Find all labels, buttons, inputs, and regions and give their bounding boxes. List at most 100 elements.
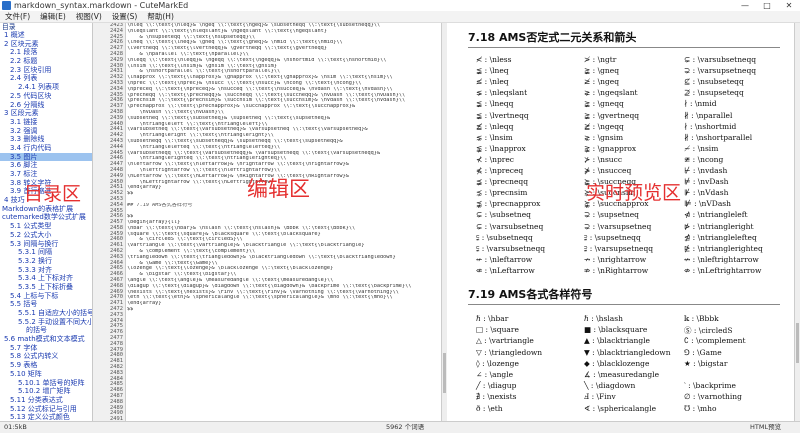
symbol-command: \backprime [693,381,736,391]
outline-item[interactable]: 5.3.1 间隔 [0,248,92,257]
math-symbol: ⋨ : \precnsim [476,188,527,197]
close-button[interactable]: ✕ [778,0,800,11]
symbol-command: \supsetneqq [594,232,641,242]
outline-item[interactable]: 2.4.1 列表项 [0,83,92,92]
math-symbol: ⫌ : \supsetneqq [584,233,641,243]
symbol-separator: : [590,221,598,231]
math-symbol: □ : \square [476,325,519,334]
math-symbol: ⫋ : \varsubsetneqq [476,244,545,254]
menu-file[interactable]: 文件(F) [0,11,35,22]
outline-item[interactable]: 5.11 分类表达式 [0,396,92,405]
outline-item[interactable]: 3.1 链接 [0,118,92,127]
outline-item[interactable]: 5.10.1 单括号的矩阵 [0,379,92,388]
math-symbol: ∤ : \nmid [684,99,717,108]
symbol-command: \lvertneqq [489,110,529,120]
symbol-command: \nleftrightarrow [697,254,759,264]
symbol-separator: : [482,188,490,198]
outline-item[interactable]: 5.5 括号 [0,300,92,309]
outline-item[interactable]: 5.7 字体 [0,344,92,353]
outline-item[interactable]: 5.1 公式类型 [0,222,92,231]
math-symbol: ⊈ : \nsubseteqq [684,77,744,86]
outline-item[interactable]: 3.5 图片 [0,152,92,162]
symbol-command: \varsubsetneq [489,221,544,231]
outline-item[interactable]: 5.12 公式标记与引用 [0,405,92,414]
outline-item[interactable]: 3.6 脚注 [0,161,92,170]
outline-item[interactable]: 2 区块元素 [0,40,92,49]
math-symbol: ⋭ : \ntrianglerighteq [684,244,763,253]
outline-item[interactable]: 5.3.2 换行 [0,257,92,266]
outline-item[interactable]: 5.3 间隔与换行 [0,240,92,249]
preview-scrollbar-thumb[interactable] [796,323,799,363]
symbol-separator: : [589,347,598,357]
outline-item[interactable]: 5.10.2 增广矩阵 [0,387,92,396]
outline-item[interactable]: 5.13 定义公式颜色 [0,413,92,421]
outline-item[interactable]: 5.9 表格 [0,361,92,370]
symbol-command: \measuredangle [598,370,660,379]
outline-item[interactable]: 5.3.3 对齐 [0,266,92,275]
outline-item[interactable]: 5.8 公式内转义 [0,352,92,361]
outline-item[interactable]: 5.3.5 上下标折叠 [0,283,92,292]
outline-item[interactable]: 5.2 公式大小 [0,231,92,240]
math-symbol: ≱ : \ngeq [584,77,619,86]
math-symbol: ∁ : \complement [684,336,745,345]
outline-item[interactable]: 5.3.4 上下标对齐 [0,274,92,283]
symbol-separator: : [590,132,598,142]
outline-item[interactable]: 5.10 矩阵 [0,370,92,379]
outline-item[interactable]: 5.5.2 手动设置不同大小 [0,318,92,327]
symbol-separator: : [588,381,596,391]
symbol-separator: : [690,143,698,153]
symbol-separator: : [590,403,598,413]
outline-item[interactable]: 3.2 强调 [0,127,92,136]
outline-item[interactable]: 2.6 分隔线 [0,101,92,110]
maximize-button[interactable]: □ [756,0,778,11]
outline-item[interactable]: 5.5.1 自适应大小的括号 [0,309,92,318]
menu-view[interactable]: 视图(V) [71,11,107,22]
math-symbol: ∢ : \sphericalangle [584,404,656,413]
outline-item[interactable]: 3.3 删除线 [0,135,92,144]
menu-settings[interactable]: 设置(S) [107,11,143,22]
menu-help[interactable]: 帮助(H) [142,11,179,22]
outline-item[interactable]: 的括号 [0,326,92,335]
math-symbol: ⊋ : \supsetneq [584,210,639,219]
symbol-separator: : [482,132,490,142]
symbol-glyph: Ⓢ [684,326,692,336]
outline-item[interactable]: cutemarked数学公式扩展 [0,213,92,222]
outline-item[interactable]: 2.1 段落 [0,48,92,57]
outline-item[interactable]: 5.6 math模式和文本模式 [0,335,92,344]
symbol-command: \ntriangleleft [697,210,748,220]
outline-item[interactable]: 3 区段元素 [0,109,92,118]
outline-item[interactable]: 3.4 行内代码 [0,144,92,153]
symbol-separator: : [589,392,597,402]
code-area[interactable]: \nleq \\:\text{\nleq}& \ngeq \\:\text{\n… [127,23,445,421]
math-symbol: ∠ : \angle [476,370,513,379]
editor-scrollbar-thumb[interactable] [443,353,446,393]
symbol-command: \gneqq [597,99,624,109]
symbol-separator: : [691,326,699,336]
symbol-command: \diagup [487,381,517,391]
symbol-command: \blacklozenge [597,358,650,368]
math-symbol: ≩ : \gvertneqq [584,111,639,120]
minimize-button[interactable]: — [734,0,756,11]
symbol-separator: : [690,66,698,76]
preview-scrollbar[interactable] [794,23,800,421]
outline-item[interactable]: 5.4 上标与下标 [0,292,92,301]
outline-item[interactable]: 2.4 列表 [0,74,92,83]
outline-item[interactable]: 1 概述 [0,31,92,40]
outline-item[interactable]: 2.5 代码区块 [0,92,92,101]
math-symbol: ↮ : \nleftrightarrow [684,255,759,264]
outline-item[interactable]: Markdown的表格扩展 [0,205,92,214]
math-symbol: ≩ : \gneq [584,66,619,75]
symbol-command: \nparallel [696,110,733,120]
symbol-command: \Bbbk [696,314,719,323]
outline-item[interactable]: 3.7 标注 [0,170,92,179]
symbol-separator: : [590,99,598,109]
editor-scrollbar[interactable] [441,23,447,421]
symbol-command: \nVdash [697,188,729,198]
outline-item[interactable]: 2.2 标题 [0,57,92,66]
symbol-separator: : [590,265,598,275]
math-symbol: ⪇ : \nleqslant [476,88,527,97]
menu-edit[interactable]: 编辑(E) [35,11,71,22]
symbol-separator: : [688,132,697,142]
outline-item[interactable]: 2.3 区块引用 [0,66,92,75]
math-symbol: ≁ : \nsim [684,144,718,153]
